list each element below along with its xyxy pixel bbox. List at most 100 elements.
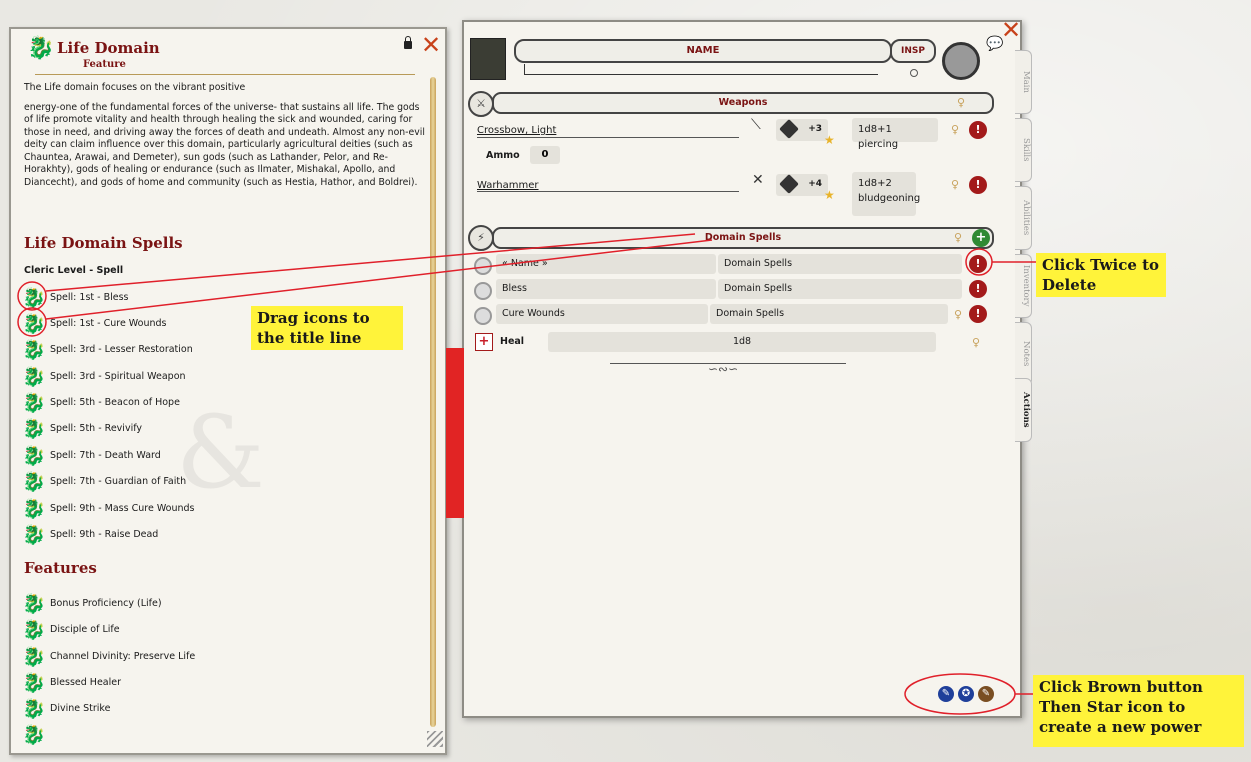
damage-crossbow[interactable]: 1d8+1 piercing (852, 118, 938, 150)
ampersand-watermark: & (176, 394, 266, 511)
heal-label: Heal (500, 336, 525, 347)
d20-icon (779, 174, 799, 194)
attack-roll-warhammer[interactable]: +4 (776, 174, 828, 196)
attack-bonus: +3 (808, 124, 822, 134)
tab-skills[interactable]: Skills (1015, 118, 1032, 182)
name-underline (524, 74, 878, 75)
character-sheet-window: NAME INSP 💬 ✕ ⚔ Weapons ♀ Crossbow, Ligh… (446, 18, 1032, 718)
heal-dice-field[interactable]: 1d8 (548, 332, 936, 352)
dragon-icon[interactable]: 🐉 (21, 391, 47, 414)
spell-gear-icon[interactable] (474, 282, 492, 300)
spell-label: Spell: 9th - Raise Dead (50, 528, 159, 540)
pin-icon[interactable]: ♀ (972, 336, 980, 349)
spell-link-raise-dead[interactable]: 🐉 Spell: 9th - Raise Dead (21, 522, 158, 546)
dragon-icon[interactable]: 🐉 (21, 338, 47, 361)
star-icon: ★ (824, 133, 835, 147)
pin-icon[interactable]: ♀ (954, 231, 962, 244)
scrollbar[interactable] (430, 77, 436, 727)
description-text: The Life domain focuses on the vibrant p… (24, 82, 426, 189)
dragon-icon[interactable]: 🐉 (21, 523, 47, 546)
delete-button[interactable]: ! (969, 121, 987, 139)
resize-handle[interactable] (427, 731, 443, 747)
pin-icon[interactable]: ♀ (957, 96, 965, 109)
spell-gear-icon[interactable] (474, 307, 492, 325)
star-button[interactable]: ✪ (958, 686, 974, 702)
pin-icon[interactable]: ♀ (954, 308, 962, 321)
brown-edit-button[interactable]: ✎ (978, 686, 994, 702)
edit-button[interactable]: ✎ (938, 686, 954, 702)
dragon-icon[interactable]: 🐉 (21, 365, 47, 388)
spell-gear-icon[interactable] (474, 257, 492, 275)
spells-section-icon[interactable]: ⚡ (468, 225, 494, 251)
dragon-icon[interactable]: 🐉 (21, 286, 47, 309)
tab-inventory[interactable]: Inventory (1015, 254, 1032, 318)
heal-plus-icon[interactable]: + (475, 333, 493, 351)
spell-link-revivify[interactable]: 🐉 Spell: 5th - Revivify (21, 416, 142, 440)
close-icon[interactable]: ✕ (1001, 18, 1021, 42)
lock-icon[interactable] (404, 36, 412, 49)
tab-abilities[interactable]: Abilities (1015, 186, 1032, 250)
feature-link-partial[interactable]: 🐉 (21, 722, 50, 746)
spell-link-guardian-of-faith[interactable]: 🐉 Spell: 7th - Guardian of Faith (21, 469, 186, 493)
delete-button[interactable]: ! (969, 176, 987, 194)
spell-link-cure-wounds[interactable]: 🐉 Spell: 1st - Cure Wounds (21, 311, 166, 335)
delete-button[interactable]: ! (969, 305, 987, 323)
feature-link-divine-strike[interactable]: 🐉 Divine Strike (21, 696, 110, 720)
spell-group-field[interactable]: Domain Spells (718, 254, 962, 274)
tab-actions[interactable]: Actions (1015, 378, 1032, 442)
inspiration-button[interactable]: INSP (890, 39, 936, 63)
warhammer-icon[interactable]: ✕ (752, 172, 764, 188)
damage-warhammer[interactable]: 1d8+2 bludgeoning (852, 172, 920, 216)
feature-link-blessed-healer[interactable]: 🐉 Blessed Healer (21, 670, 121, 694)
tab-main[interactable]: Main (1015, 50, 1032, 114)
spell-label: Spell: 7th - Death Ward (50, 449, 161, 461)
window-title: Life Domain (57, 39, 160, 57)
dragon-icon[interactable]: 🐉 (21, 723, 47, 746)
spell-link-death-ward[interactable]: 🐉 Spell: 7th - Death Ward (21, 443, 161, 467)
dragon-icon[interactable]: 🐉 (21, 444, 47, 467)
attack-roll-crossbow[interactable]: +3 (776, 119, 828, 141)
feature-link-channel-divinity[interactable]: 🐉 Channel Divinity: Preserve Life (21, 644, 195, 668)
spell-label: Spell: 1st - Bless (50, 291, 129, 303)
name-field[interactable]: NAME (514, 39, 892, 63)
pin-icon[interactable]: ♀ (951, 178, 959, 191)
dragon-icon[interactable]: 🐉 (21, 697, 47, 720)
portrait[interactable] (470, 38, 506, 80)
weapon-name-warhammer[interactable]: Warhammer (477, 180, 539, 191)
dragon-icon[interactable]: 🐉 (21, 592, 47, 615)
spell-link-bless[interactable]: 🐉 Spell: 1st - Bless (21, 285, 129, 309)
spell-link-beacon-of-hope[interactable]: 🐉 Spell: 5th - Beacon of Hope (21, 390, 180, 414)
dragon-icon[interactable]: 🐉 (21, 618, 47, 641)
spell-name-field[interactable]: « Name » (496, 254, 716, 274)
spell-link-mass-cure-wounds[interactable]: 🐉 Spell: 9th - Mass Cure Wounds (21, 496, 194, 520)
dragon-icon[interactable]: 🐉 (21, 312, 47, 335)
add-button[interactable]: + (972, 229, 990, 247)
pin-icon[interactable]: ♀ (951, 123, 959, 136)
dragon-icon[interactable]: 🐉 (21, 671, 47, 694)
crossbow-icon[interactable]: ⟍ (751, 117, 761, 133)
weapons-section-icon[interactable]: ⚔ (468, 91, 494, 117)
dragon-icon[interactable]: 🐉 (21, 417, 47, 440)
dragon-icon[interactable]: 🐉 (21, 470, 47, 493)
weapon-name-crossbow[interactable]: Crossbow, Light (477, 125, 556, 136)
spell-group-field[interactable]: Domain Spells (718, 279, 962, 299)
feature-link-disciple-of-life[interactable]: 🐉 Disciple of Life (21, 617, 119, 641)
delete-button[interactable]: ! (969, 255, 987, 273)
dragon-icon[interactable]: 🐉 (21, 497, 47, 520)
small-circle-icon[interactable] (910, 69, 918, 77)
spell-link-lesser-restoration[interactable]: 🐉 Spell: 3rd - Lesser Restoration (21, 337, 193, 361)
delete-button[interactable]: ! (969, 280, 987, 298)
dragon-icon[interactable]: 🐉 (21, 645, 47, 668)
spell-group-field[interactable]: Domain Spells (710, 304, 948, 324)
spell-label: Spell: 3rd - Spiritual Weapon (50, 370, 186, 382)
token-circle[interactable] (942, 42, 980, 80)
weapons-header[interactable]: Weapons (492, 92, 994, 114)
domain-spells-header[interactable]: Domain Spells (492, 227, 994, 249)
feature-link-bonus-proficiency[interactable]: 🐉 Bonus Proficiency (Life) (21, 591, 161, 615)
ammo-field[interactable]: 0 (530, 146, 560, 164)
spell-link-spiritual-weapon[interactable]: 🐉 Spell: 3rd - Spiritual Weapon (21, 364, 186, 388)
tab-notes[interactable]: Notes (1015, 322, 1032, 386)
spell-name-field[interactable]: Bless (496, 279, 716, 299)
spell-name-field[interactable]: Cure Wounds (496, 304, 708, 324)
close-icon[interactable]: ✕ (421, 33, 441, 57)
